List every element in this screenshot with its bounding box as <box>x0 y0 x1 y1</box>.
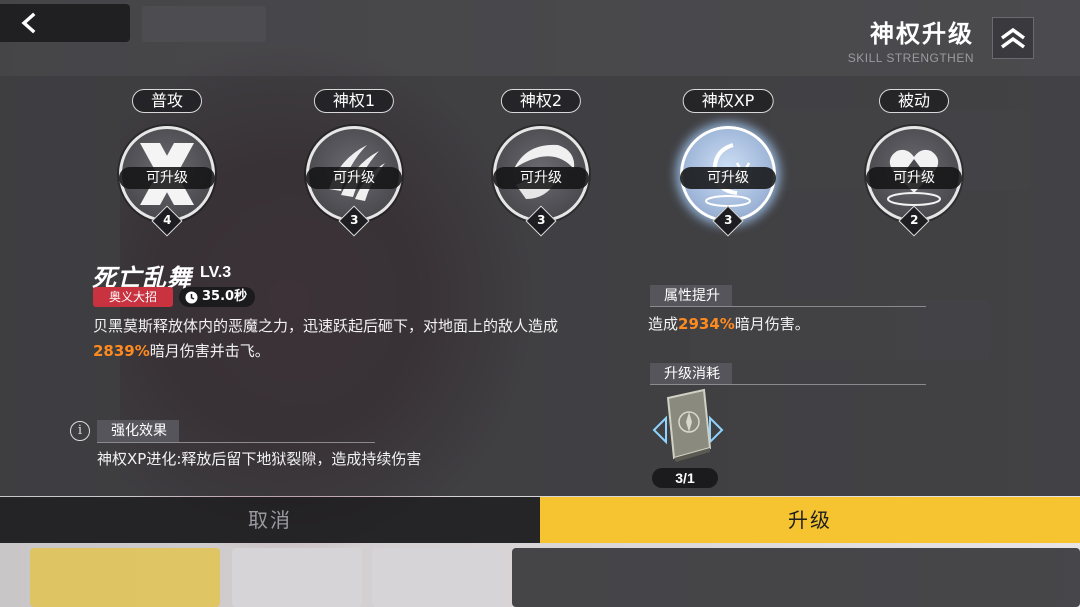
back-arrow-icon <box>21 12 36 34</box>
blurred-bottom-tab <box>372 548 502 607</box>
top-bar: 神权升级 SKILL STRENGTHEN <box>0 0 1080 76</box>
divider <box>650 306 926 307</box>
enhance-effect-text: 神权XP进化:释放后留下地狱裂隙，造成持续伤害 <box>97 450 422 468</box>
skill-level-value: 3 <box>350 213 359 228</box>
skill-slot-divine-xp[interactable]: 神权XP 可升级 3 <box>668 89 788 239</box>
upgradable-label: 可升级 <box>493 167 589 189</box>
cooldown-badge: 35.0秒 <box>179 287 256 307</box>
skill-slot-divine-2[interactable]: 神权2 可升级 3 <box>481 89 601 239</box>
page-title: 神权升级 <box>870 20 974 48</box>
ultimate-tag: 奥义大招 <box>93 287 173 307</box>
attribute-suffix: 暗月伤害。 <box>734 315 810 333</box>
collapse-button[interactable] <box>992 17 1034 59</box>
skill-level: LV.3 <box>200 264 232 281</box>
damage-percent: 2839% <box>93 342 150 360</box>
skill-level-value: 3 <box>537 213 546 228</box>
upgrade-cost-label: 升级消耗 <box>650 363 732 385</box>
skill-tab-label: 普攻 <box>131 89 203 113</box>
skill-slot-passive[interactable]: 被动 可升级 2 <box>854 89 974 239</box>
divider <box>97 442 375 443</box>
cost-item-count: 3/1 <box>652 468 718 488</box>
skill-slot-normal-attack[interactable]: 普攻 可升级 4 <box>107 89 227 239</box>
upgrade-button[interactable]: 升级 <box>540 497 1080 543</box>
cost-item-slot[interactable] <box>652 388 724 478</box>
skill-tab-label: 被动 <box>878 89 950 113</box>
skill-tab-label: 神权1 <box>313 89 395 113</box>
description-text: 贝黑莫斯释放体内的恶魔之力，迅速跃起后砸下，对地面上的敌人造成 <box>93 317 559 335</box>
blurred-bottom-tab <box>232 548 362 607</box>
description-text-end: 暗月伤害并击飞。 <box>149 342 270 360</box>
blurred-bottom-bar <box>512 548 1080 607</box>
attribute-boost-text: 造成2934%暗月伤害。 <box>648 313 810 334</box>
info-icon[interactable]: i <box>70 421 90 441</box>
double-chevron-up-icon <box>1000 27 1026 49</box>
skill-description: 贝黑莫斯释放体内的恶魔之力，迅速跃起后砸下，对地面上的敌人造成 2839%暗月伤害… <box>93 314 573 364</box>
upgradable-label: 可升级 <box>866 167 962 189</box>
skill-level-value: 3 <box>724 213 733 228</box>
back-button[interactable] <box>0 4 130 42</box>
skill-level-value: 2 <box>910 213 919 228</box>
clock-icon <box>185 291 198 303</box>
skill-book-icon <box>652 388 724 462</box>
enhance-effect-label: 强化效果 <box>97 420 179 442</box>
blurred-bottom-tab <box>30 548 220 607</box>
skill-tab-label: 神权2 <box>500 89 582 113</box>
upgradable-label: 可升级 <box>119 167 215 189</box>
skill-upgrade-panel: 普攻 可升级 4 神权1 可升级 3 神权2 可升级 3 神权XP 可升级 3 … <box>0 76 1080 496</box>
divider <box>650 384 926 385</box>
cancel-button[interactable]: 取消 <box>0 497 540 543</box>
cooldown-value: 35.0秒 <box>202 289 248 304</box>
upgradable-label: 可升级 <box>306 167 402 189</box>
attribute-prefix: 造成 <box>648 315 679 333</box>
skill-slot-divine-1[interactable]: 神权1 可升级 3 <box>294 89 414 239</box>
blurred-top-tab <box>142 6 266 42</box>
title-block: 神权升级 SKILL STRENGTHEN <box>848 14 974 65</box>
attribute-boost-label: 属性提升 <box>650 285 732 307</box>
attribute-damage-percent: 2934% <box>678 315 735 333</box>
skill-tab-label: 神权XP <box>682 89 774 113</box>
page-subtitle: SKILL STRENGTHEN <box>847 51 974 65</box>
upgradable-label: 可升级 <box>680 167 776 189</box>
skill-level-value: 4 <box>163 213 172 228</box>
